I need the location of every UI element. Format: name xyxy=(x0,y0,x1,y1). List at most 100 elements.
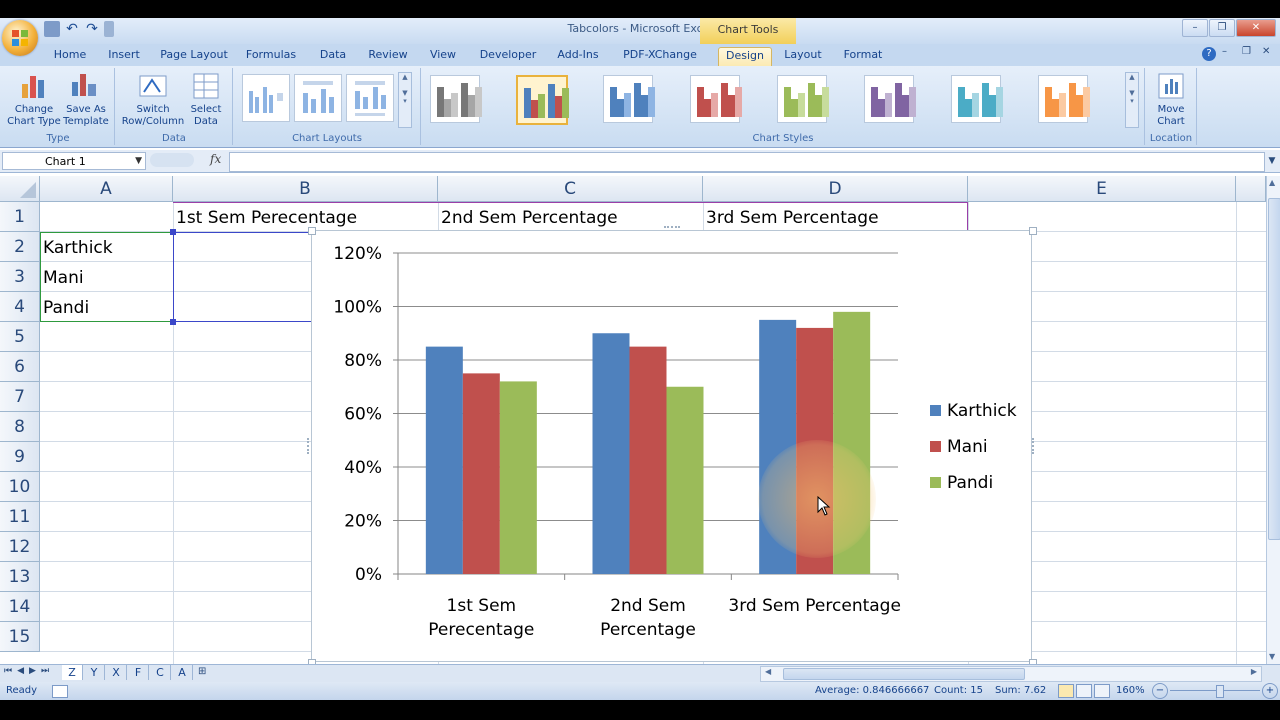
change-chart-type-button[interactable]: Change Chart Type xyxy=(6,104,62,128)
row-header-15[interactable]: 15 xyxy=(0,622,40,652)
select-data-button[interactable]: Select Data xyxy=(186,104,226,128)
hscroll-left-icon[interactable]: ◀ xyxy=(765,667,771,676)
column-header-a[interactable]: A xyxy=(40,176,173,202)
chart-style-3[interactable] xyxy=(603,75,655,123)
row-header-7[interactable]: 7 xyxy=(0,382,40,412)
scroll-up-icon[interactable]: ▲ xyxy=(1269,178,1275,187)
tab-format[interactable]: Format xyxy=(840,47,886,65)
column-header-d[interactable]: D xyxy=(703,176,968,202)
column-header-e[interactable]: E xyxy=(968,176,1236,202)
tab-insert[interactable]: Insert xyxy=(104,47,144,65)
help-icon[interactable]: ? xyxy=(1202,47,1216,61)
tab-pdf-xchange[interactable]: PDF-XChange 4 xyxy=(618,47,702,77)
row-header-14[interactable]: 14 xyxy=(0,592,40,622)
insert-function-button[interactable]: fx xyxy=(210,152,221,166)
select-data-icon[interactable] xyxy=(192,72,220,100)
tab-view[interactable]: View xyxy=(424,47,462,65)
chart-layouts-scroll[interactable]: ▲ ▼ ▾ xyxy=(398,72,412,128)
tab-layout[interactable]: Layout xyxy=(780,47,826,65)
tab-review[interactable]: Review xyxy=(366,47,410,65)
name-box[interactable]: Chart 1 ▼ xyxy=(2,152,146,170)
chart-style-6[interactable] xyxy=(864,75,916,123)
tab-formulas[interactable]: Formulas xyxy=(244,47,298,65)
zoom-in-icon[interactable]: + xyxy=(1262,683,1278,699)
ribbon-restore-icon[interactable]: ❐ xyxy=(1242,46,1251,57)
insert-sheet-icon[interactable]: ⊞ xyxy=(198,666,216,680)
hscroll-thumb[interactable] xyxy=(783,668,1025,680)
column-header-c[interactable]: C xyxy=(438,176,703,202)
horizontal-scrollbar[interactable]: ◀ ▶ xyxy=(760,666,1262,682)
range-handle[interactable] xyxy=(170,319,176,325)
page-layout-view-icon[interactable] xyxy=(1076,684,1092,698)
chart-layout-2[interactable] xyxy=(294,74,342,122)
chart-resize-handle[interactable] xyxy=(1032,438,1038,454)
office-button[interactable] xyxy=(2,20,38,56)
row-header-11[interactable]: 11 xyxy=(0,502,40,532)
chart-style-2[interactable] xyxy=(516,75,569,125)
maximize-button[interactable]: ❐ xyxy=(1209,19,1235,37)
ribbon-min-icon[interactable]: – xyxy=(1222,46,1227,57)
chart-resize-handle[interactable] xyxy=(664,226,680,232)
page-break-view-icon[interactable] xyxy=(1094,684,1110,698)
tab-developer[interactable]: Developer xyxy=(478,47,538,65)
chart-styles-scroll[interactable]: ▲ ▼ ▾ xyxy=(1125,72,1139,128)
sheet-tab-z[interactable]: Z xyxy=(62,665,83,680)
row-header-3[interactable]: 3 xyxy=(0,262,40,292)
row-header-12[interactable]: 12 xyxy=(0,532,40,562)
close-button[interactable]: ✕ xyxy=(1236,19,1276,37)
tab-data[interactable]: Data xyxy=(314,47,352,65)
tab-design[interactable]: Design xyxy=(718,47,772,67)
zoom-slider[interactable] xyxy=(1170,690,1260,691)
sheet-tab-c[interactable]: C xyxy=(150,665,171,680)
column-header-b[interactable]: B xyxy=(173,176,438,202)
formula-input[interactable] xyxy=(229,152,1265,172)
chart-resize-handle[interactable] xyxy=(307,438,313,454)
tab-page-layout[interactable]: Page Layout xyxy=(160,47,228,65)
scroll-thumb[interactable] xyxy=(1268,198,1280,540)
workbook-close-icon[interactable]: ✕ xyxy=(1262,46,1270,57)
chart-layout-1[interactable] xyxy=(242,74,290,122)
zoom-slider-thumb[interactable] xyxy=(1216,685,1224,698)
scroll-down-icon[interactable]: ▼ xyxy=(1269,652,1275,661)
sheet-nav-arrows[interactable]: ⏮◀▶⏭ xyxy=(4,666,54,676)
chart-style-7[interactable] xyxy=(951,75,1003,123)
row-header-6[interactable]: 6 xyxy=(0,352,40,382)
move-chart-icon[interactable] xyxy=(1157,72,1185,100)
row-header-1[interactable]: 1 xyxy=(0,202,40,232)
row-header-13[interactable]: 13 xyxy=(0,562,40,592)
tab-add-ins[interactable]: Add-Ins xyxy=(552,47,604,65)
chart-layout-3[interactable] xyxy=(346,74,394,122)
chart-style-8[interactable] xyxy=(1038,75,1090,123)
range-handle[interactable] xyxy=(170,229,176,235)
tab-home[interactable]: Home xyxy=(50,47,90,65)
minimize-button[interactable]: – xyxy=(1182,19,1208,37)
chart-area[interactable]: 0% 20% 40% 60% 80% 100% 120% 1st Sem Perecentage… xyxy=(311,230,1032,662)
hscroll-right-icon[interactable]: ▶ xyxy=(1251,667,1257,676)
vertical-scrollbar[interactable]: ▲ ▼ xyxy=(1266,176,1280,664)
save-as-template-button[interactable]: Save As Template xyxy=(60,104,112,128)
column-header-f[interactable] xyxy=(1236,176,1266,202)
row-header-9[interactable]: 9 xyxy=(0,442,40,472)
switch-row-column-button[interactable]: Switch Row/Column xyxy=(120,104,186,128)
formula-bar-expand-icon[interactable]: ▼ xyxy=(1266,152,1278,170)
save-as-template-icon[interactable] xyxy=(70,72,100,100)
row-header-10[interactable]: 10 xyxy=(0,472,40,502)
chart-style-4[interactable] xyxy=(690,75,742,123)
formula-expand-icon[interactable] xyxy=(150,153,194,167)
row-header-4[interactable]: 4 xyxy=(0,292,40,322)
name-box-dropdown-icon[interactable]: ▼ xyxy=(135,153,142,170)
macro-record-icon[interactable] xyxy=(52,685,68,698)
zoom-level[interactable]: 160% xyxy=(1116,685,1145,696)
row-header-2[interactable]: 2 xyxy=(0,232,40,262)
sheet-tab-x[interactable]: X xyxy=(106,665,127,680)
chart-style-1[interactable] xyxy=(430,75,482,123)
chart-style-5[interactable] xyxy=(777,75,829,123)
chart-resize-handle[interactable] xyxy=(308,227,316,235)
row-header-8[interactable]: 8 xyxy=(0,412,40,442)
sheet-tab-a[interactable]: A xyxy=(172,665,193,680)
chart-resize-handle[interactable] xyxy=(1029,227,1037,235)
move-chart-button[interactable]: Move Chart xyxy=(1150,104,1192,128)
sheet-tab-f[interactable]: F xyxy=(128,665,149,680)
switch-row-column-icon[interactable] xyxy=(138,72,168,100)
zoom-out-icon[interactable]: − xyxy=(1152,683,1168,699)
